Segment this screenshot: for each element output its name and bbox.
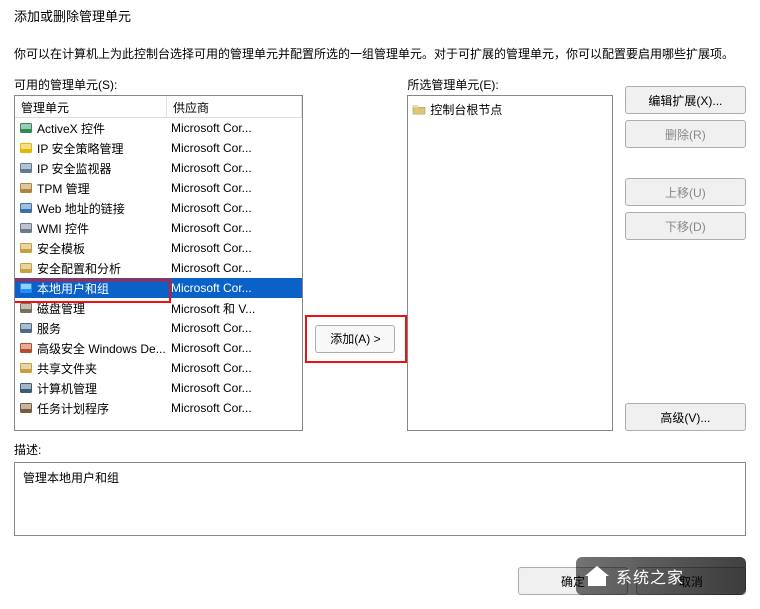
add-button[interactable]: 添加(A) > xyxy=(315,325,395,353)
folder-icon xyxy=(412,103,426,115)
selected-tree[interactable]: 控制台根节点 xyxy=(407,95,612,431)
snapin-icon xyxy=(18,300,34,316)
snapin-icon xyxy=(18,340,34,356)
cancel-button[interactable]: 取消 xyxy=(636,567,746,595)
description-box: 管理本地用户和组 xyxy=(14,462,746,536)
snapin-icon xyxy=(18,180,34,196)
list-item-vendor: Microsoft Cor... xyxy=(167,341,302,355)
list-item-vendor: Microsoft Cor... xyxy=(167,221,302,235)
list-item-vendor: Microsoft 和 V... xyxy=(167,300,302,317)
snapin-icon xyxy=(18,380,34,396)
list-item[interactable]: 磁盘管理Microsoft 和 V... xyxy=(15,298,302,318)
ok-button[interactable]: 确定 xyxy=(518,567,628,595)
snapin-icon xyxy=(18,360,34,376)
list-item-vendor: Microsoft Cor... xyxy=(167,401,302,415)
available-header: 管理单元 供应商 xyxy=(15,96,302,118)
list-item-name: Web 地址的链接 xyxy=(37,200,167,217)
list-item-vendor: Microsoft Cor... xyxy=(167,201,302,215)
dialog-title: 添加或删除管理单元 xyxy=(0,0,760,31)
list-item[interactable]: WMI 控件Microsoft Cor... xyxy=(15,218,302,238)
snapin-icon xyxy=(18,260,34,276)
snapin-icon xyxy=(18,400,34,416)
list-item-name: 安全模板 xyxy=(37,240,167,257)
snapin-icon xyxy=(18,240,34,256)
tree-root-label: 控制台根节点 xyxy=(430,101,502,118)
col-header-vendor[interactable]: 供应商 xyxy=(167,96,302,117)
list-item-vendor: Microsoft Cor... xyxy=(167,161,302,175)
list-item[interactable]: 安全配置和分析Microsoft Cor... xyxy=(15,258,302,278)
list-item-name: TPM 管理 xyxy=(37,180,167,197)
advanced-button[interactable]: 高级(V)... xyxy=(625,403,746,431)
col-header-name[interactable]: 管理单元 xyxy=(15,96,167,117)
list-item[interactable]: 安全模板Microsoft Cor... xyxy=(15,238,302,258)
list-item-vendor: Microsoft Cor... xyxy=(167,281,302,295)
list-item-name: ActiveX 控件 xyxy=(37,120,167,137)
snapin-icon xyxy=(18,160,34,176)
list-item[interactable]: IP 安全策略管理Microsoft Cor... xyxy=(15,138,302,158)
description-label: 描述: xyxy=(14,437,746,462)
list-item-vendor: Microsoft Cor... xyxy=(167,181,302,195)
list-item[interactable]: 计算机管理Microsoft Cor... xyxy=(15,378,302,398)
snapin-icon xyxy=(18,200,34,216)
snapin-icon xyxy=(18,320,34,336)
list-item[interactable]: Web 地址的链接Microsoft Cor... xyxy=(15,198,302,218)
available-listbox[interactable]: 管理单元 供应商 ActiveX 控件Microsoft Cor...IP 安全… xyxy=(14,95,303,431)
snapin-icon xyxy=(18,140,34,156)
edit-extensions-button[interactable]: 编辑扩展(X)... xyxy=(625,86,746,114)
list-item-name: 任务计划程序 xyxy=(37,400,167,417)
list-item[interactable]: 高级安全 Windows De...Microsoft Cor... xyxy=(15,338,302,358)
list-item-name: 服务 xyxy=(37,320,167,337)
list-item-name: IP 安全监视器 xyxy=(37,160,167,177)
list-item-name: 高级安全 Windows De... xyxy=(37,340,167,357)
list-item-vendor: Microsoft Cor... xyxy=(167,141,302,155)
remove-button[interactable]: 删除(R) xyxy=(625,120,746,148)
list-item[interactable]: 共享文件夹Microsoft Cor... xyxy=(15,358,302,378)
list-item-name: 本地用户和组 xyxy=(37,280,167,297)
tree-root-item[interactable]: 控制台根节点 xyxy=(412,100,607,118)
list-item[interactable]: 服务Microsoft Cor... xyxy=(15,318,302,338)
list-item-name: 磁盘管理 xyxy=(37,300,167,317)
list-item-name: IP 安全策略管理 xyxy=(37,140,167,157)
list-item-name: 安全配置和分析 xyxy=(37,260,167,277)
selected-label: 所选管理单元(E): xyxy=(407,70,612,95)
list-item[interactable]: TPM 管理Microsoft Cor... xyxy=(15,178,302,198)
list-item[interactable]: IP 安全监视器Microsoft Cor... xyxy=(15,158,302,178)
snapin-icon xyxy=(18,120,34,136)
available-label: 可用的管理单元(S): xyxy=(14,70,303,95)
list-item-vendor: Microsoft Cor... xyxy=(167,321,302,335)
list-item-name: WMI 控件 xyxy=(37,220,167,237)
list-item-name: 共享文件夹 xyxy=(37,360,167,377)
list-item[interactable]: 任务计划程序Microsoft Cor... xyxy=(15,398,302,418)
list-item-name: 计算机管理 xyxy=(37,380,167,397)
list-item[interactable]: ActiveX 控件Microsoft Cor... xyxy=(15,118,302,138)
list-item-vendor: Microsoft Cor... xyxy=(167,261,302,275)
list-item-vendor: Microsoft Cor... xyxy=(167,121,302,135)
list-item-vendor: Microsoft Cor... xyxy=(167,381,302,395)
dialog-instruction: 你可以在计算机上为此控制台选择可用的管理单元并配置所选的一组管理单元。对于可扩展… xyxy=(0,31,760,70)
list-item-vendor: Microsoft Cor... xyxy=(167,361,302,375)
move-down-button[interactable]: 下移(D) xyxy=(625,212,746,240)
move-up-button[interactable]: 上移(U) xyxy=(625,178,746,206)
list-item-vendor: Microsoft Cor... xyxy=(167,241,302,255)
snapin-icon xyxy=(18,280,34,296)
snapin-icon xyxy=(18,220,34,236)
list-item[interactable]: 本地用户和组Microsoft Cor... xyxy=(15,278,302,298)
